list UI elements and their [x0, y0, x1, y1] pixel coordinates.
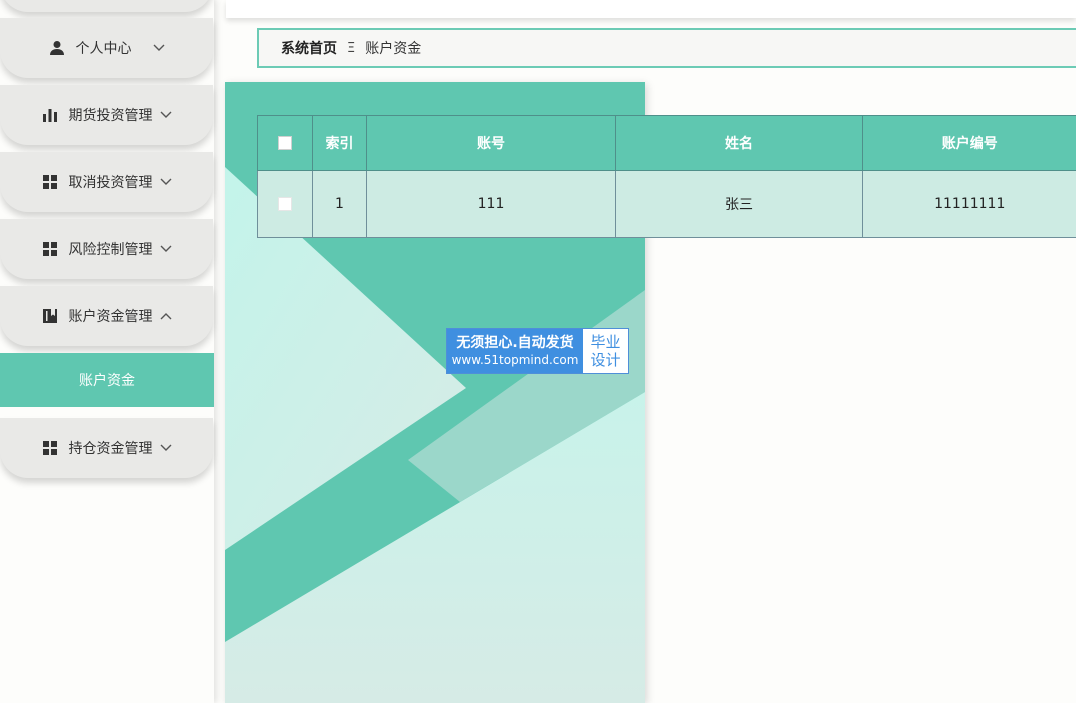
bar-chart-icon — [41, 106, 59, 124]
sidebar-item-label: 持仓资金管理 — [68, 441, 153, 457]
top-header — [226, 0, 1076, 18]
breadcrumb-separator-icon: Ξ — [347, 40, 356, 56]
cell-account: 111 — [366, 170, 616, 238]
sidebar-item-cancel-investment[interactable]: 取消投资管理 — [0, 152, 213, 212]
sidebar-item-risk-control[interactable]: 风险控制管理 — [0, 219, 213, 279]
book-icon — [41, 307, 59, 325]
sidebar-item-label: 取消投资管理 — [68, 175, 153, 191]
column-header-account: 账号 — [366, 115, 616, 171]
grid-icon — [41, 240, 59, 258]
column-header-index: 索引 — [312, 115, 367, 171]
sidebar: 个人中心 期货投资管理 取消投资管理 风险控制管理 账户资金管理 账户资金 持仓… — [0, 0, 214, 703]
chevron-down-icon — [159, 242, 173, 256]
grid-icon — [41, 173, 59, 191]
chevron-up-icon — [159, 309, 173, 323]
cell-index: 1 — [312, 170, 367, 238]
sidebar-item-personal-center[interactable]: 个人中心 — [0, 18, 213, 78]
watermark-line1: 无须担心.自动发货 — [456, 335, 574, 351]
table-row[interactable]: 1 111 张三 11111111 — [257, 170, 1076, 238]
sidebar-item-label: 账户资金管理 — [68, 309, 153, 325]
sidebar-subitem-account-funds[interactable]: 账户资金 — [0, 353, 214, 407]
account-table: 索引 账号 姓名 账户编号 1 111 张三 11111111 — [257, 115, 1076, 238]
breadcrumb-home[interactable]: 系统首页 — [281, 38, 337, 58]
breadcrumb-current: 账户资金 — [365, 41, 422, 57]
breadcrumb: 系统首页 Ξ 账户资金 — [257, 28, 1076, 68]
sidebar-item-account-funds[interactable]: 账户资金管理 — [0, 286, 213, 346]
watermark-badge: 无须担心.自动发货 www.51topmind.com 毕业 设计 — [446, 328, 629, 374]
sidebar-item-position-funds[interactable]: 持仓资金管理 — [0, 418, 213, 478]
chevron-down-icon — [159, 175, 173, 189]
select-all-header — [257, 115, 313, 171]
watermark-badge-line2: 设计 — [590, 351, 621, 369]
cell-account-no: 11111111 — [862, 170, 1076, 238]
sidebar-item-top[interactable] — [0, 0, 213, 12]
select-all-checkbox[interactable] — [278, 136, 292, 150]
chevron-down-icon — [159, 441, 173, 455]
sidebar-item-label: 风险控制管理 — [68, 242, 153, 258]
watermark-badge-line1: 毕业 — [590, 333, 621, 351]
column-header-account-no: 账户编号 — [862, 115, 1076, 171]
sidebar-item-label: 期货投资管理 — [68, 108, 153, 124]
row-checkbox[interactable] — [278, 197, 292, 211]
column-header-name: 姓名 — [615, 115, 863, 171]
chevron-down-icon — [152, 41, 166, 55]
sidebar-item-futures-investment[interactable]: 期货投资管理 — [0, 85, 213, 145]
table-header-row: 索引 账号 姓名 账户编号 — [257, 115, 1076, 171]
cell-name: 张三 — [615, 170, 863, 238]
chevron-down-icon — [159, 108, 173, 122]
sidebar-item-label: 个人中心 — [75, 41, 132, 57]
grid-icon — [41, 439, 59, 457]
row-select-cell — [257, 170, 313, 238]
user-icon — [48, 39, 66, 57]
watermark-url: www.51topmind.com — [451, 353, 579, 367]
